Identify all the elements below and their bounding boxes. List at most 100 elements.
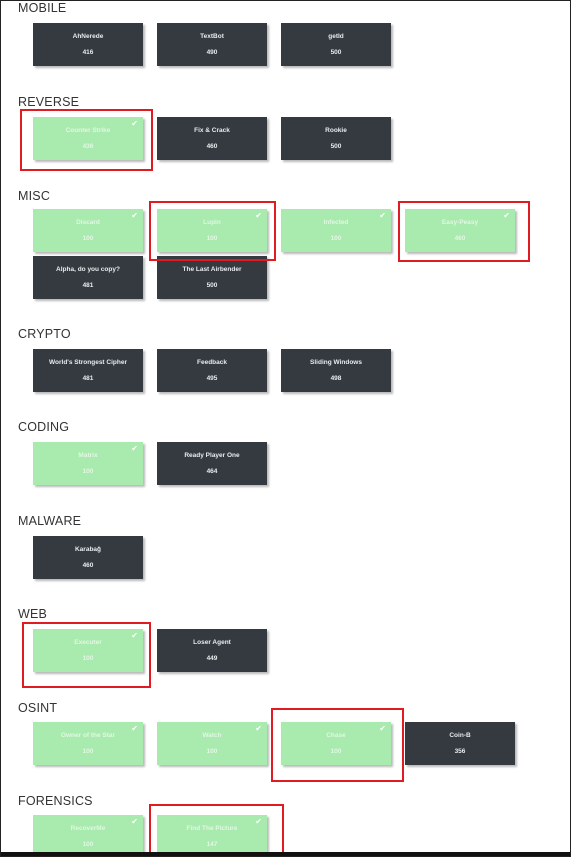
challenge-name: Lupin: [203, 219, 221, 226]
challenge-card-discard[interactable]: ✔ Discard 100: [33, 209, 143, 252]
category-title-coding: CODING: [18, 420, 70, 434]
category-title-osint: OSINT: [18, 701, 58, 715]
challenge-card-worlds-strongest-cipher[interactable]: World's Strongest Cipher 481: [33, 349, 143, 392]
challenge-name: TextBot: [200, 33, 224, 40]
challenge-card-counter-strike[interactable]: ✔ Counter Strike 436: [33, 117, 143, 160]
challenge-card-ahnerede[interactable]: AhNerede 416: [33, 23, 143, 66]
check-icon: ✔: [255, 817, 262, 826]
check-icon: ✔: [255, 211, 262, 220]
challenge-points: 500: [330, 49, 342, 56]
challenge-name: Coin-B: [449, 732, 471, 739]
challenge-name: Matrix: [78, 452, 98, 459]
challenge-card-coin-b[interactable]: Coin-B 356: [405, 722, 515, 765]
challenge-name: Rookie: [325, 127, 347, 134]
check-icon: ✔: [379, 724, 386, 733]
challenge-points: 100: [206, 235, 218, 242]
challenge-points: 436: [82, 143, 94, 150]
challenge-name: Infected: [323, 219, 349, 226]
challenge-name: AhNerede: [72, 33, 104, 40]
challenge-points: 500: [206, 282, 218, 289]
category-title-crypto: CRYPTO: [18, 327, 71, 341]
challenge-card-fix-and-crack[interactable]: Fix & Crack 460: [157, 117, 267, 160]
challenge-points: 100: [82, 468, 94, 475]
challenge-card-sliding-windows[interactable]: Sliding Windows 498: [281, 349, 391, 392]
challenge-card-lupin[interactable]: ✔ Lupin 100: [157, 209, 267, 252]
challenge-points: 490: [206, 49, 218, 56]
challenge-points: 100: [82, 655, 94, 662]
challenge-board: MOBILE AhNerede 416 TextBot 490 getId 50…: [0, 0, 571, 857]
challenge-name: Karabağ: [74, 546, 101, 553]
challenge-points: 147: [206, 841, 218, 848]
challenge-points: 481: [82, 282, 94, 289]
check-icon: ✔: [131, 444, 138, 453]
challenge-points: 495: [206, 375, 218, 382]
challenge-points: 449: [206, 655, 218, 662]
check-icon: ✔: [131, 631, 138, 640]
challenge-card-rookie[interactable]: Rookie 500: [281, 117, 391, 160]
challenge-name: Fix & Crack: [194, 127, 230, 134]
challenge-points: 464: [206, 468, 218, 475]
challenge-points: 481: [82, 375, 94, 382]
check-icon: ✔: [379, 211, 386, 220]
challenge-card-easy-peasy[interactable]: ✔ Easy-Peasy 460: [405, 209, 515, 252]
category-title-misc: MISC: [18, 189, 51, 203]
check-icon: ✔: [131, 724, 138, 733]
challenge-name: Executer: [74, 639, 102, 646]
challenge-card-infected[interactable]: ✔ Infected 100: [281, 209, 391, 252]
challenge-name: Discard: [76, 219, 100, 226]
challenge-card-recoverme[interactable]: ✔ RecoverMe 100: [33, 815, 143, 856]
challenge-card-karabag[interactable]: Karabağ 460: [33, 536, 143, 579]
challenge-points: 100: [82, 841, 94, 848]
challenge-name: Chase: [326, 732, 346, 739]
challenge-card-watch[interactable]: ✔ Watch 100: [157, 722, 267, 765]
challenge-points: 460: [82, 562, 94, 569]
challenge-name: Alpha, do you copy?: [56, 266, 120, 273]
check-icon: ✔: [131, 817, 138, 826]
challenge-card-textbot[interactable]: TextBot 490: [157, 23, 267, 66]
challenge-points: 460: [454, 235, 466, 242]
challenge-name: Easy-Peasy: [441, 219, 479, 226]
challenge-name: RecoverMe: [70, 825, 106, 832]
challenge-name: Owner of the Star: [60, 732, 116, 739]
check-icon: ✔: [131, 211, 138, 220]
category-title-mobile: MOBILE: [18, 1, 67, 15]
challenge-name: Ready Player One: [184, 452, 240, 459]
check-icon: ✔: [503, 211, 510, 220]
challenge-card-getid[interactable]: getId 500: [281, 23, 391, 66]
challenge-name: Watch: [202, 732, 222, 739]
challenge-name: Feedback: [197, 359, 227, 366]
challenge-name: Counter Strike: [65, 127, 111, 134]
challenge-points: 460: [206, 143, 218, 150]
challenge-card-the-last-airbender[interactable]: The Last Airbender 500: [157, 256, 267, 299]
category-title-forensics: FORENSICS: [18, 794, 93, 808]
challenge-card-executer[interactable]: ✔ Executer 100: [33, 629, 143, 672]
challenge-card-alpha-do-you-copy[interactable]: Alpha, do you copy? 481: [33, 256, 143, 299]
challenge-name: The Last Airbender: [182, 266, 242, 273]
challenge-name: Find The Picture: [186, 825, 238, 832]
challenge-points: 100: [330, 748, 342, 755]
challenge-card-ready-player-one[interactable]: Ready Player One 464: [157, 442, 267, 485]
challenge-name: Loser Agent: [193, 639, 231, 646]
challenge-points: 100: [330, 235, 342, 242]
challenge-card-feedback[interactable]: Feedback 495: [157, 349, 267, 392]
check-icon: ✔: [131, 119, 138, 128]
challenge-points: 100: [82, 235, 94, 242]
challenge-card-find-the-picture[interactable]: ✔ Find The Picture 147: [157, 815, 267, 856]
challenge-points: 100: [82, 748, 94, 755]
challenge-points: 100: [206, 748, 218, 755]
challenge-card-chase[interactable]: ✔ Chase 100: [281, 722, 391, 765]
challenge-points: 416: [82, 49, 94, 56]
challenge-points: 356: [454, 748, 466, 755]
challenge-name: World's Strongest Cipher: [49, 359, 127, 366]
category-title-reverse: REVERSE: [18, 95, 80, 109]
category-title-web: WEB: [18, 607, 48, 621]
challenge-card-matrix[interactable]: ✔ Matrix 100: [33, 442, 143, 485]
challenge-points: 498: [330, 375, 342, 382]
check-icon: ✔: [255, 724, 262, 733]
challenge-card-loser-agent[interactable]: Loser Agent 449: [157, 629, 267, 672]
challenge-points: 500: [330, 143, 342, 150]
challenge-card-owner-of-the-star[interactable]: ✔ Owner of the Star 100: [33, 722, 143, 765]
category-title-malware: MALWARE: [18, 514, 82, 528]
challenge-name: Sliding Windows: [310, 359, 362, 366]
challenge-name: getId: [328, 33, 344, 40]
